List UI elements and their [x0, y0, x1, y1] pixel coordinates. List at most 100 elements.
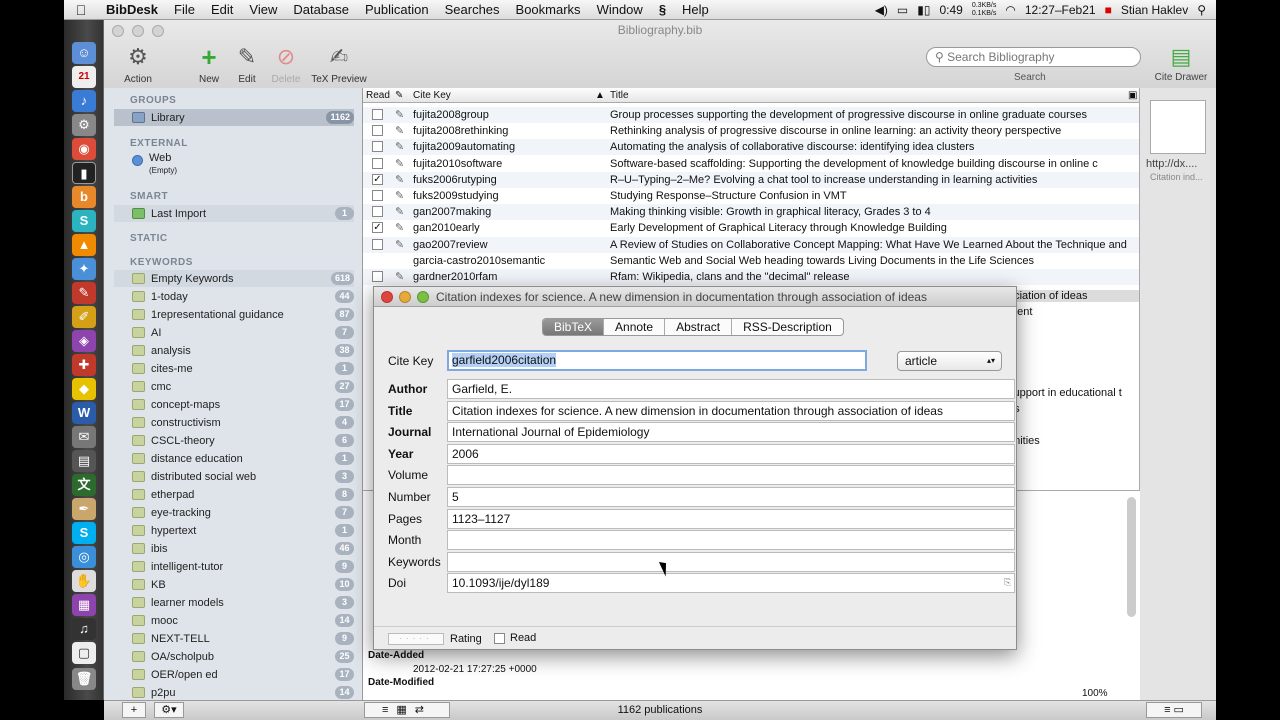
detail-scrollbar[interactable]: [1127, 497, 1136, 617]
system-preferences-icon[interactable]: ⚙: [72, 114, 96, 136]
doi-link-icon[interactable]: ⎘: [1004, 577, 1011, 588]
table-row[interactable]: ✎ fuks2009studying Studying Response–Struc…: [363, 188, 1139, 204]
app-icon-26[interactable]: ▢: [72, 642, 96, 664]
table-row[interactable]: ✎ fujita2008rethinking Rethinking analysis…: [363, 123, 1139, 139]
app-icon-22[interactable]: ◎: [72, 546, 96, 568]
sidebar-item-keyword[interactable]: hypertext 1: [114, 522, 354, 539]
table-row[interactable]: ✎ fujita2009automating Automating the anal…: [363, 139, 1139, 156]
cite-drawer-button[interactable]: ▤ Cite Drawer: [1146, 44, 1216, 83]
sidebar-item-keyword[interactable]: 1representational guidance 87: [114, 306, 354, 323]
user-name[interactable]: Stian Haklev: [1121, 3, 1188, 17]
field-input-journal[interactable]: International Journal of Epidemiology: [447, 422, 1015, 443]
column-header-read[interactable]: Read: [366, 90, 390, 101]
table-row[interactable]: ✎ gan2007making Making thinking visible: G…: [363, 204, 1139, 221]
menu-view[interactable]: View: [241, 2, 285, 17]
read-checkbox[interactable]: [372, 157, 383, 169]
display-icon[interactable]: ▭: [897, 3, 908, 17]
attachment-icon[interactable]: ✎: [395, 157, 404, 170]
sidebar-item-library[interactable]: Library 1162: [114, 109, 354, 126]
menu-searches[interactable]: Searches: [437, 2, 508, 17]
delete-button[interactable]: ⊘ Delete: [261, 44, 311, 85]
sidebar-item-keyword[interactable]: eye-tracking 7: [114, 504, 354, 521]
attachment-icon[interactable]: ✎: [395, 270, 404, 283]
field-input-title[interactable]: Citation indexes for science. A new dime…: [447, 400, 1015, 421]
rating-stars[interactable]: ·····: [388, 633, 444, 645]
tab-bibtex[interactable]: BibTeX: [543, 319, 604, 335]
app-icon-8[interactable]: S: [72, 210, 96, 232]
app-icon-17[interactable]: ✉: [72, 426, 96, 448]
field-input-year[interactable]: 2006: [447, 443, 1015, 464]
tab-rss-description[interactable]: RSS-Description: [731, 319, 843, 335]
app-icon-25[interactable]: ♫: [72, 618, 96, 640]
attachment-icon[interactable]: ✎: [395, 238, 404, 251]
sidebar-item-keyword[interactable]: etherpad 8: [114, 486, 354, 503]
column-header-cite-key[interactable]: Cite Key: [413, 90, 451, 101]
sidebar-item-keyword[interactable]: constructivism 4: [114, 414, 354, 431]
sidebar-item-keyword[interactable]: distributed social web 3: [114, 468, 354, 485]
attachment-icon[interactable]: ✎: [395, 205, 404, 218]
itunes-icon[interactable]: ♪: [72, 90, 96, 112]
menu-app-name[interactable]: BibDesk: [98, 2, 166, 17]
field-input-author[interactable]: Garfield, E.: [447, 379, 1015, 399]
menu-help[interactable]: Help: [674, 2, 717, 17]
app-icon-11[interactable]: ✎: [72, 282, 96, 304]
table-row[interactable]: ✎ fujita2008group Group processes supporti…: [363, 107, 1139, 123]
word-icon[interactable]: W: [72, 402, 96, 424]
column-menu-icon[interactable]: ▣: [1128, 90, 1137, 101]
cite-key-input[interactable]: garfield2006citation: [447, 350, 867, 371]
app-icon-23[interactable]: ✋: [72, 570, 96, 592]
menu-edit[interactable]: Edit: [203, 2, 241, 17]
app-icon-13[interactable]: ◈: [72, 330, 96, 352]
sidebar-item-keyword[interactable]: 1-today 44: [114, 288, 354, 305]
column-header-title[interactable]: Title: [610, 90, 629, 101]
read-checkbox[interactable]: [372, 125, 383, 137]
read-checkbox[interactable]: ✓: [372, 222, 383, 234]
attachment-icon[interactable]: ✎: [395, 124, 404, 137]
editor-close-icon[interactable]: [381, 291, 393, 303]
sidebar-item-keyword[interactable]: OA/scholpub 25: [114, 648, 354, 665]
read-checkbox[interactable]: [494, 633, 505, 644]
sidebar-item-keyword[interactable]: ibis 46: [114, 540, 354, 557]
apple-menu-icon[interactable]: : [64, 2, 98, 18]
menu-bookmarks[interactable]: Bookmarks: [508, 2, 589, 17]
app-icon-14[interactable]: ✚: [72, 354, 96, 376]
app-icon-18[interactable]: ▤: [72, 450, 96, 472]
flag-icon[interactable]: ■: [1105, 3, 1112, 17]
app-icon-20[interactable]: ✒: [72, 498, 96, 520]
attachment-icon[interactable]: ✎: [395, 189, 404, 202]
trash-icon[interactable]: 🗑: [72, 668, 96, 690]
attachment-icon[interactable]: ✎: [395, 140, 404, 153]
finder-icon[interactable]: ☺: [72, 42, 96, 64]
wifi-icon[interactable]: ◠: [1005, 3, 1015, 17]
table-row[interactable]: garcia-castro2010semantic Semantic Web an…: [363, 253, 1139, 269]
menu-file[interactable]: File: [166, 2, 203, 17]
clock[interactable]: 12:27–Feb21: [1025, 3, 1096, 17]
sidebar-item-keyword[interactable]: mooc 14: [114, 612, 354, 629]
sidebar-item-keyword[interactable]: cites-me 1: [114, 360, 354, 377]
table-row[interactable]: ✎ gao2007review A Review of Studies on Col…: [363, 236, 1139, 253]
sidebar-item-keyword[interactable]: analysis 38: [114, 342, 354, 359]
read-checkbox[interactable]: [372, 109, 383, 120]
zoom-level[interactable]: 100%: [1082, 688, 1108, 699]
sidebar-item-keyword[interactable]: AI 7: [114, 324, 354, 341]
field-input-keywords[interactable]: [447, 551, 1015, 572]
editor-minimize-icon[interactable]: [399, 291, 411, 303]
tex-preview-button[interactable]: ✍ TeX Preview: [309, 44, 369, 85]
tab-annote[interactable]: Annote: [603, 319, 664, 335]
read-checkbox[interactable]: [372, 141, 383, 153]
editor-zoom-icon[interactable]: [417, 291, 429, 303]
field-input-volume[interactable]: [447, 465, 1015, 486]
menu-database[interactable]: Database: [285, 2, 357, 17]
sidebar-item-keyword[interactable]: KB 10: [114, 576, 354, 593]
tab-abstract[interactable]: Abstract: [664, 319, 731, 335]
sidebar-item-web[interactable]: Web (Empty): [114, 152, 354, 180]
attachment-icon[interactable]: ✎: [395, 173, 404, 186]
sidebar-item-keyword[interactable]: CSCL-theory 6: [114, 432, 354, 449]
script-menu-icon[interactable]: §: [651, 2, 674, 17]
sidebar-item-keyword[interactable]: Empty Keywords 618: [114, 270, 354, 287]
table-row[interactable]: ✓ ✎ fuks2006rutyping R–U–Typing–2–Me? Evolv…: [363, 171, 1139, 188]
drawer-toggle-icons[interactable]: ≡ ▭: [1146, 702, 1202, 718]
app-icon-12[interactable]: ✐: [72, 306, 96, 328]
field-input-number[interactable]: 5: [447, 487, 1015, 507]
calendar-icon[interactable]: 21: [72, 66, 96, 88]
